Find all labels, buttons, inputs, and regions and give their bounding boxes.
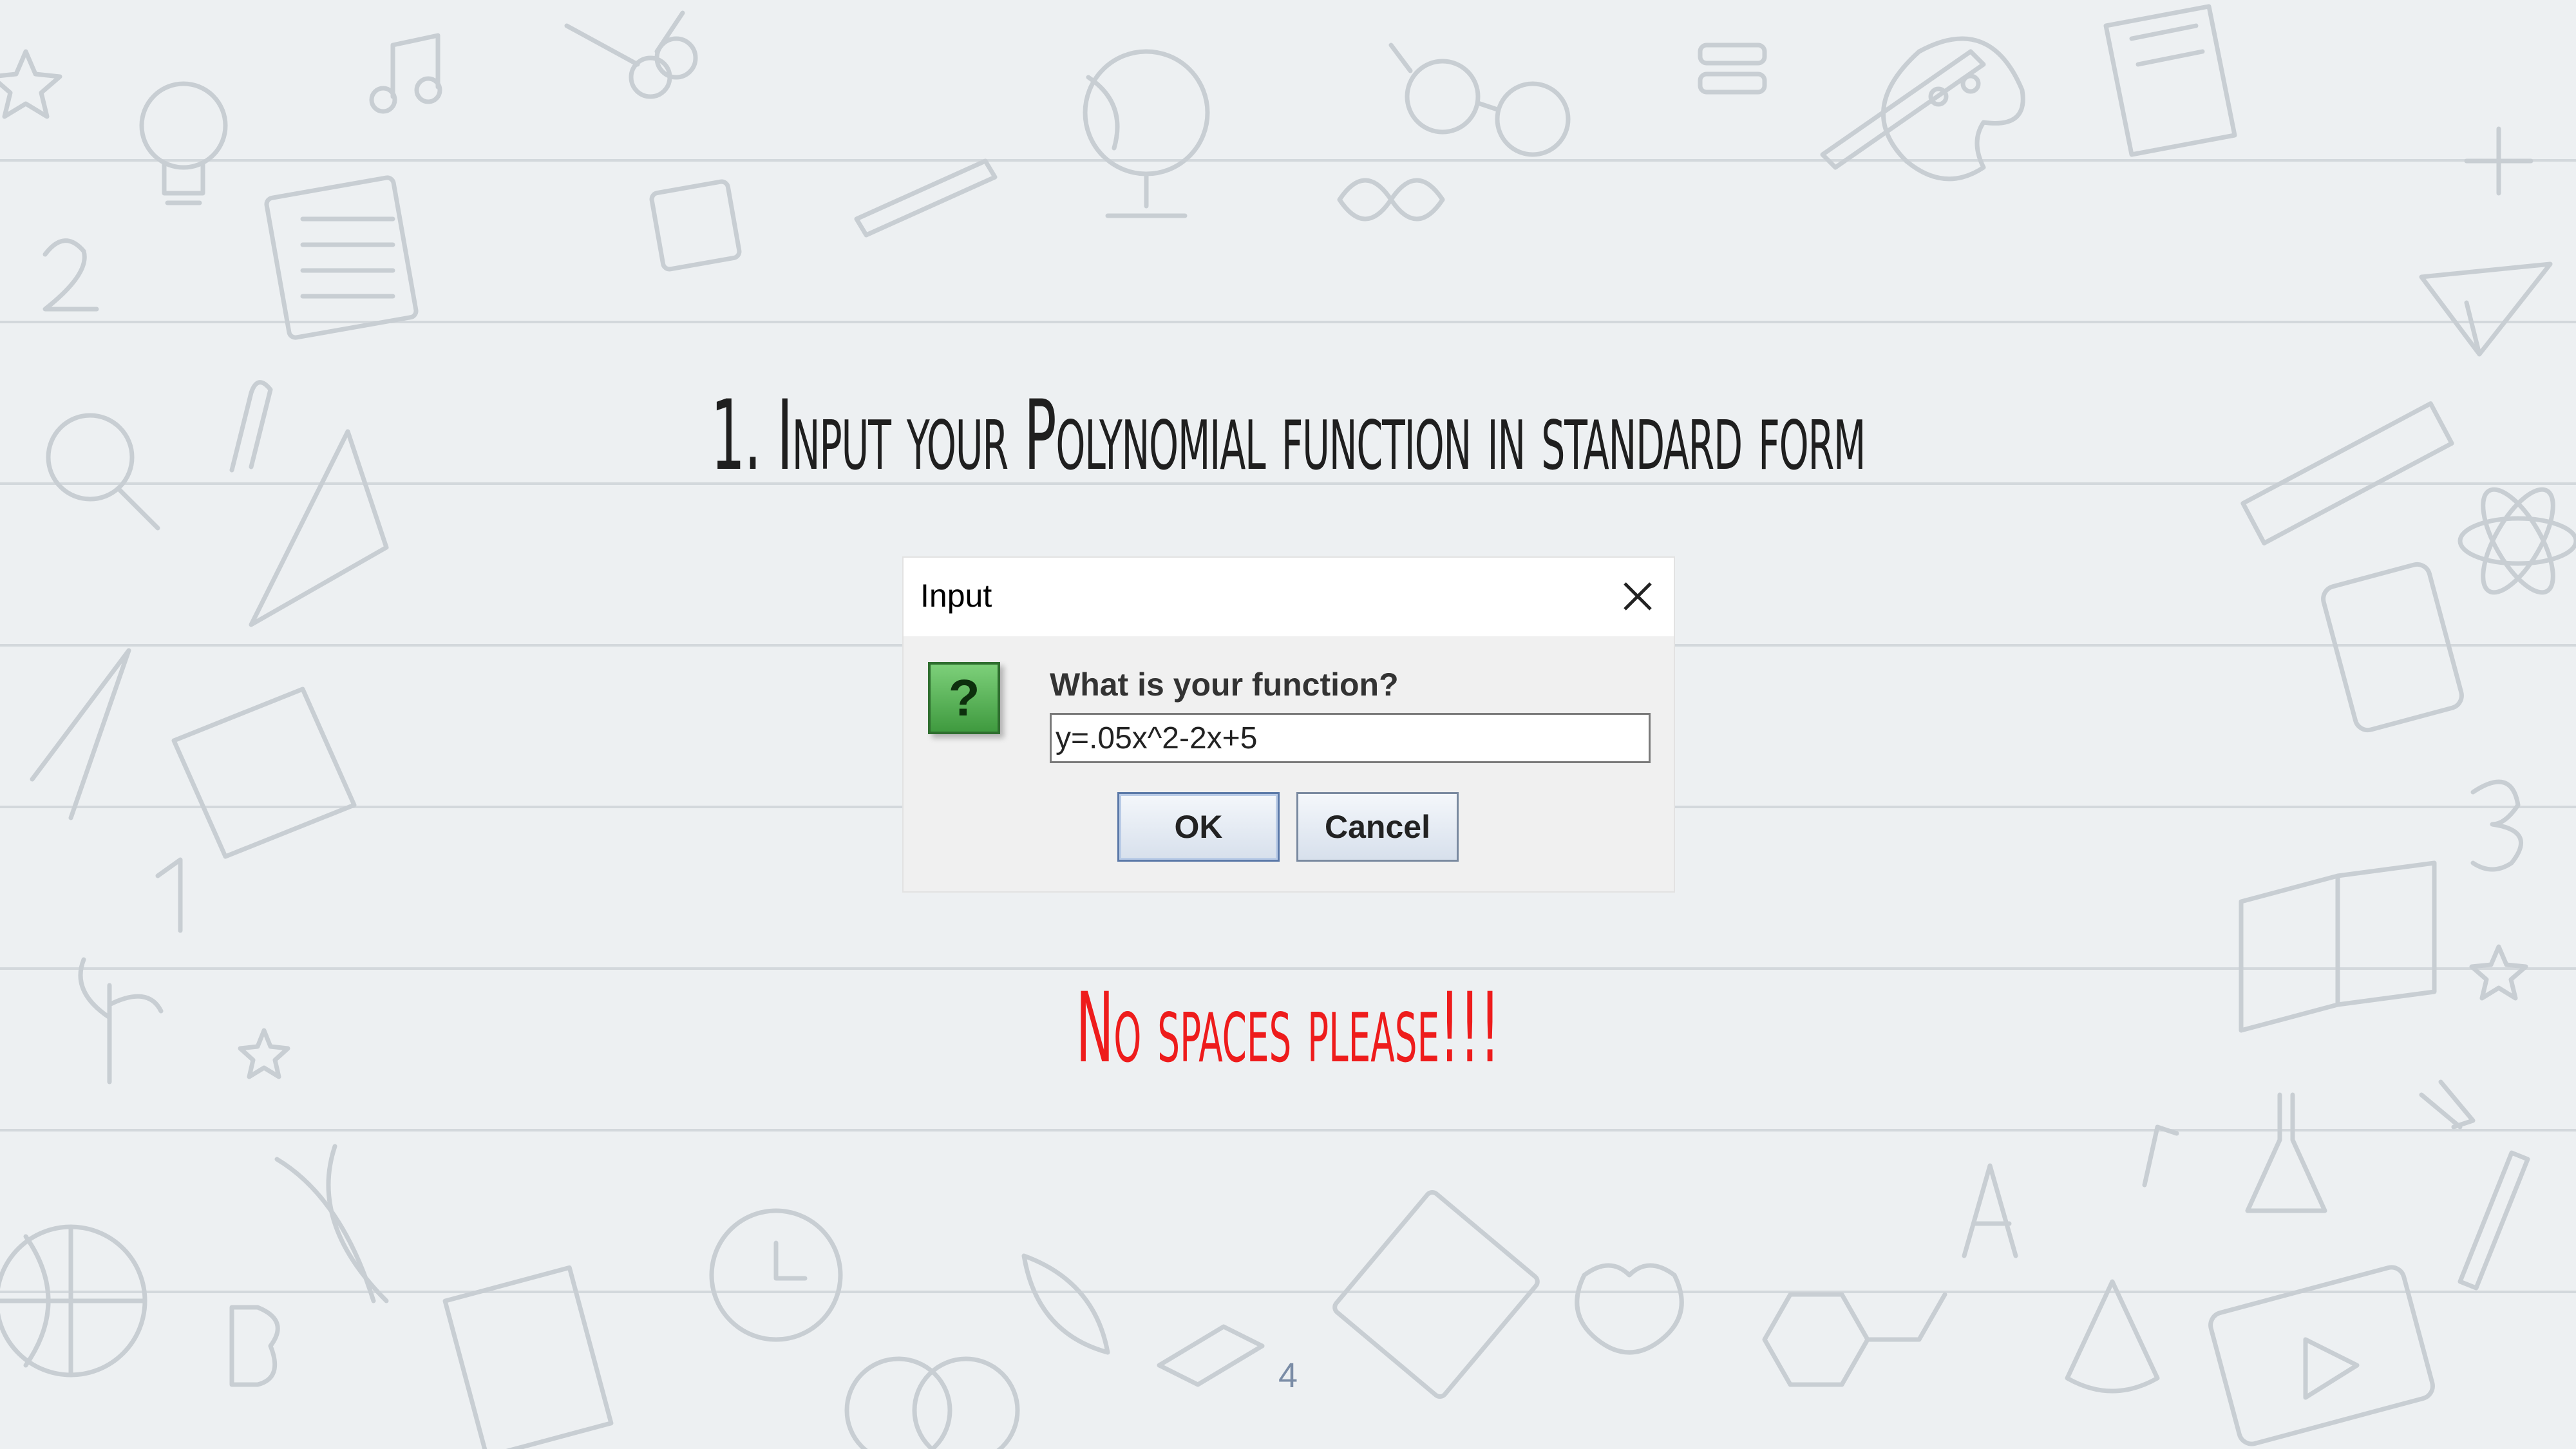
close-icon xyxy=(1624,582,1652,611)
open-book-doodle xyxy=(2239,860,2437,1033)
pencil-doodle xyxy=(854,158,998,238)
ok-button[interactable]: OK xyxy=(1117,792,1280,862)
apple-doodle xyxy=(1575,1263,1684,1355)
book-doodle xyxy=(2103,4,2237,157)
function-input[interactable] xyxy=(1050,713,1651,763)
ruler-doodle xyxy=(2240,401,2454,545)
paperclip-doodle xyxy=(229,380,273,473)
triangle-ruler-doodle xyxy=(249,429,389,627)
input-dialog: Input ? What is your function? OK Cancel xyxy=(904,558,1674,891)
question-icon: ? xyxy=(928,662,1000,734)
clock-doodle xyxy=(709,1208,843,1342)
infinity-doodle xyxy=(1337,178,1445,222)
sticky-note-doodle xyxy=(649,179,742,272)
prompt-label: What is your function? xyxy=(1050,667,1399,703)
dialog-title: Input xyxy=(920,578,992,614)
page-number: 4 xyxy=(1278,1356,1298,1395)
warning-text: No spaces please!!! xyxy=(1075,972,1501,1084)
music-note-doodle xyxy=(369,33,442,114)
equals-doodle xyxy=(1698,43,1767,95)
compass-doodle xyxy=(30,648,131,820)
star-right-doodle xyxy=(2469,944,2528,1001)
number-3-doodle xyxy=(2470,779,2524,872)
pen-doodle xyxy=(2458,1150,2530,1291)
atom-doodle xyxy=(2458,487,2576,595)
leaf-doodle xyxy=(1021,1253,1110,1355)
glasses-doodle xyxy=(1388,43,1571,157)
dialog-titlebar: Input xyxy=(904,558,1674,636)
plant-doodle xyxy=(78,957,164,1084)
close-button[interactable] xyxy=(1612,571,1663,622)
palette-doodle xyxy=(1881,36,2025,182)
calculator-doodle xyxy=(2321,562,2464,733)
basketball-doodle xyxy=(0,1224,147,1378)
star-doodle xyxy=(0,49,62,119)
slide-title: 1. Input your Polynomial function in sta… xyxy=(710,380,1866,492)
globe-doodle xyxy=(1083,49,1210,218)
cancel-button[interactable]: Cancel xyxy=(1296,792,1459,862)
flask-doodle xyxy=(2245,1092,2327,1213)
music-note-2-doodle xyxy=(2142,1124,2179,1188)
number-2-doodle xyxy=(43,238,99,312)
pin-doodle xyxy=(2419,1079,2476,1130)
magnifier-doodle xyxy=(46,413,160,531)
lightbulb-doodle xyxy=(139,81,228,205)
paper-doodle xyxy=(171,687,357,859)
notebook-doodle xyxy=(264,175,419,340)
number-1-doodle xyxy=(155,857,183,933)
dna-doodle xyxy=(274,1144,389,1303)
plus-doodle xyxy=(2464,126,2533,196)
small-star-doodle xyxy=(238,1028,290,1079)
paper-plane-doodle xyxy=(2419,261,2553,357)
scissors-doodle xyxy=(564,10,698,99)
letter-a-doodle xyxy=(1962,1163,2018,1258)
